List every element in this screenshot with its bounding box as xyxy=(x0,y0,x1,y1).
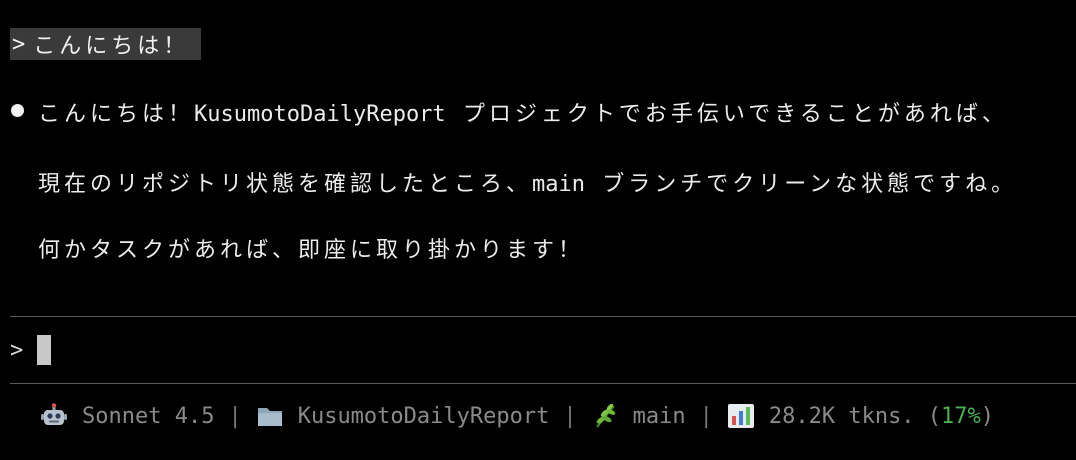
model-name: Sonnet 4.5 xyxy=(82,403,215,429)
assistant-reply-line: こんにちは！KusumotoDailyReport プロジェクトでお手伝いできる… xyxy=(38,96,1008,128)
folder-icon xyxy=(257,408,282,426)
project-name: KusumotoDailyReport xyxy=(194,102,446,127)
prompt-input[interactable]: > xyxy=(10,334,52,366)
token-count: 28.2K tkns. ( xyxy=(768,403,942,429)
input-bottom-divider xyxy=(10,383,1076,384)
assistant-reply-line: 何かタスクがあれば、即座に取り掛かります！ xyxy=(38,232,584,264)
reply-text: ブランチでクリーンな状態ですね。 xyxy=(585,172,1018,197)
text-cursor xyxy=(37,335,52,365)
status-separator: | xyxy=(228,403,242,429)
status-separator: | xyxy=(563,403,577,429)
branch-name: main xyxy=(532,172,585,197)
robot-icon xyxy=(41,403,67,425)
input-prompt-symbol: > xyxy=(10,337,24,363)
context-percent: 17% xyxy=(941,403,981,429)
user-message: > こんにちは！ xyxy=(10,28,202,60)
reply-text: こんにちは！ xyxy=(38,102,195,127)
input-top-divider xyxy=(10,316,1076,317)
branch-name: main xyxy=(632,403,686,429)
reply-text: 何かタスクがあれば、即座に取り掛かります！ xyxy=(38,238,585,263)
token-count-close: ) xyxy=(980,403,995,429)
herb-icon xyxy=(595,403,615,428)
status-bar: Sonnet 4.5 | KusumotoDailyReport | main … xyxy=(40,398,994,434)
status-separator: | xyxy=(699,403,713,429)
prompt-symbol: > xyxy=(12,31,26,57)
bar-chart-icon xyxy=(727,404,754,428)
project-name: KusumotoDailyReport xyxy=(297,403,550,429)
assistant-reply-line: 現在のリポジトリ状態を確認したところ、main ブランチでクリーンな状態ですね。 xyxy=(38,166,1017,198)
reply-bullet-icon xyxy=(11,104,24,117)
reply-text: プロジェクトでお手伝いできることがあれば、 xyxy=(445,102,1008,127)
reply-text: 現在のリポジトリ状態を確認したところ、 xyxy=(38,172,533,197)
user-message-text: こんにちは！ xyxy=(33,34,190,59)
terminal-window: > こんにちは！ こんにちは！KusumotoDailyReport プロジェク… xyxy=(0,0,1076,460)
